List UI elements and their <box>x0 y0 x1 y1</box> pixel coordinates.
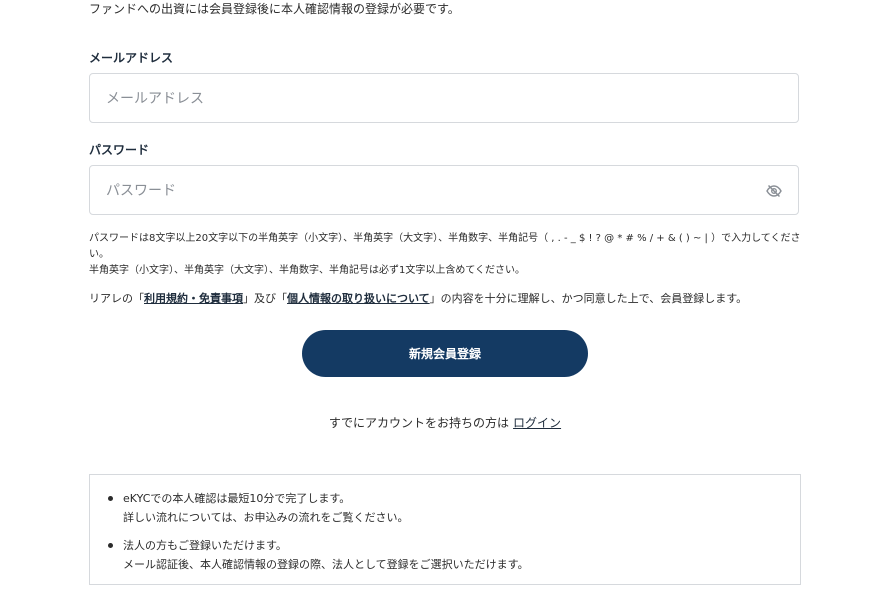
info-item-corporate: 法人の方もご登録いただけます。 メール認証後、本人確認情報の登録の際、法人として… <box>106 536 529 574</box>
eye-off-icon[interactable] <box>766 183 782 199</box>
password-field-container <box>89 165 799 216</box>
info-box: eKYCでの本人確認は最短10分で完了します。 詳しい流れについては、お申込みの… <box>89 474 801 585</box>
info-item-ekyc-line2: 詳しい流れについては、お申込みの流れをご覧ください。 <box>123 511 409 524</box>
login-prompt: すでにアカウントをお持ちの方は <box>328 416 510 430</box>
login-link[interactable]: ログイン <box>513 416 561 430</box>
privacy-policy-link[interactable]: 個人情報の取り扱いについて <box>287 292 430 305</box>
register-button[interactable]: 新規会員登録 <box>302 330 588 377</box>
password-hint-line1: パスワードは8文字以上20文字以下の半角英字（小文字）、半角英字（大文字）、半角… <box>89 233 801 260</box>
email-field-container <box>89 73 799 124</box>
email-input[interactable] <box>104 74 758 124</box>
terms-prefix: リアレの「 <box>89 292 144 305</box>
info-item-corporate-line1: 法人の方もご登録いただけます。 <box>123 539 287 552</box>
registration-page: ファンドへの出資には会員登録後に本人確認情報の登録が必要です。 メールアドレス … <box>0 0 890 614</box>
intro-text: ファンドへの出資には会員登録後に本人確認情報の登録が必要です。 <box>89 2 460 16</box>
password-hint-line2: 半角英字（小文字）、半角英字（大文字）、半角数字、半角記号は必ず1文字以上含めて… <box>89 265 526 276</box>
terms-agreement: リアレの「利用規約・免責事項」及び「個人情報の取り扱いについて」の内容を十分に理… <box>89 290 747 306</box>
terms-middle: 」及び「 <box>243 292 287 305</box>
password-hint: パスワードは8文字以上20文字以下の半角英字（小文字）、半角英字（大文字）、半角… <box>89 231 809 279</box>
info-item-ekyc-line1: eKYCでの本人確認は最短10分で完了します。 <box>123 492 351 505</box>
info-list: eKYCでの本人確認は最短10分で完了します。 詳しい流れについては、お申込みの… <box>106 489 529 583</box>
info-item-corporate-line2: メール認証後、本人確認情報の登録の際、法人として登録をご選択いただけます。 <box>123 558 529 571</box>
password-input[interactable] <box>104 166 758 216</box>
info-item-ekyc: eKYCでの本人確認は最短10分で完了します。 詳しい流れについては、お申込みの… <box>106 489 529 527</box>
terms-suffix: 」の内容を十分に理解し、かつ同意した上で、会員登録します。 <box>429 292 748 305</box>
password-label: パスワード <box>89 143 150 157</box>
login-prompt-line: すでにアカウントをお持ちの方は ログイン <box>0 414 890 431</box>
email-label: メールアドレス <box>89 51 174 65</box>
terms-of-use-link[interactable]: 利用規約・免責事項 <box>144 292 243 305</box>
